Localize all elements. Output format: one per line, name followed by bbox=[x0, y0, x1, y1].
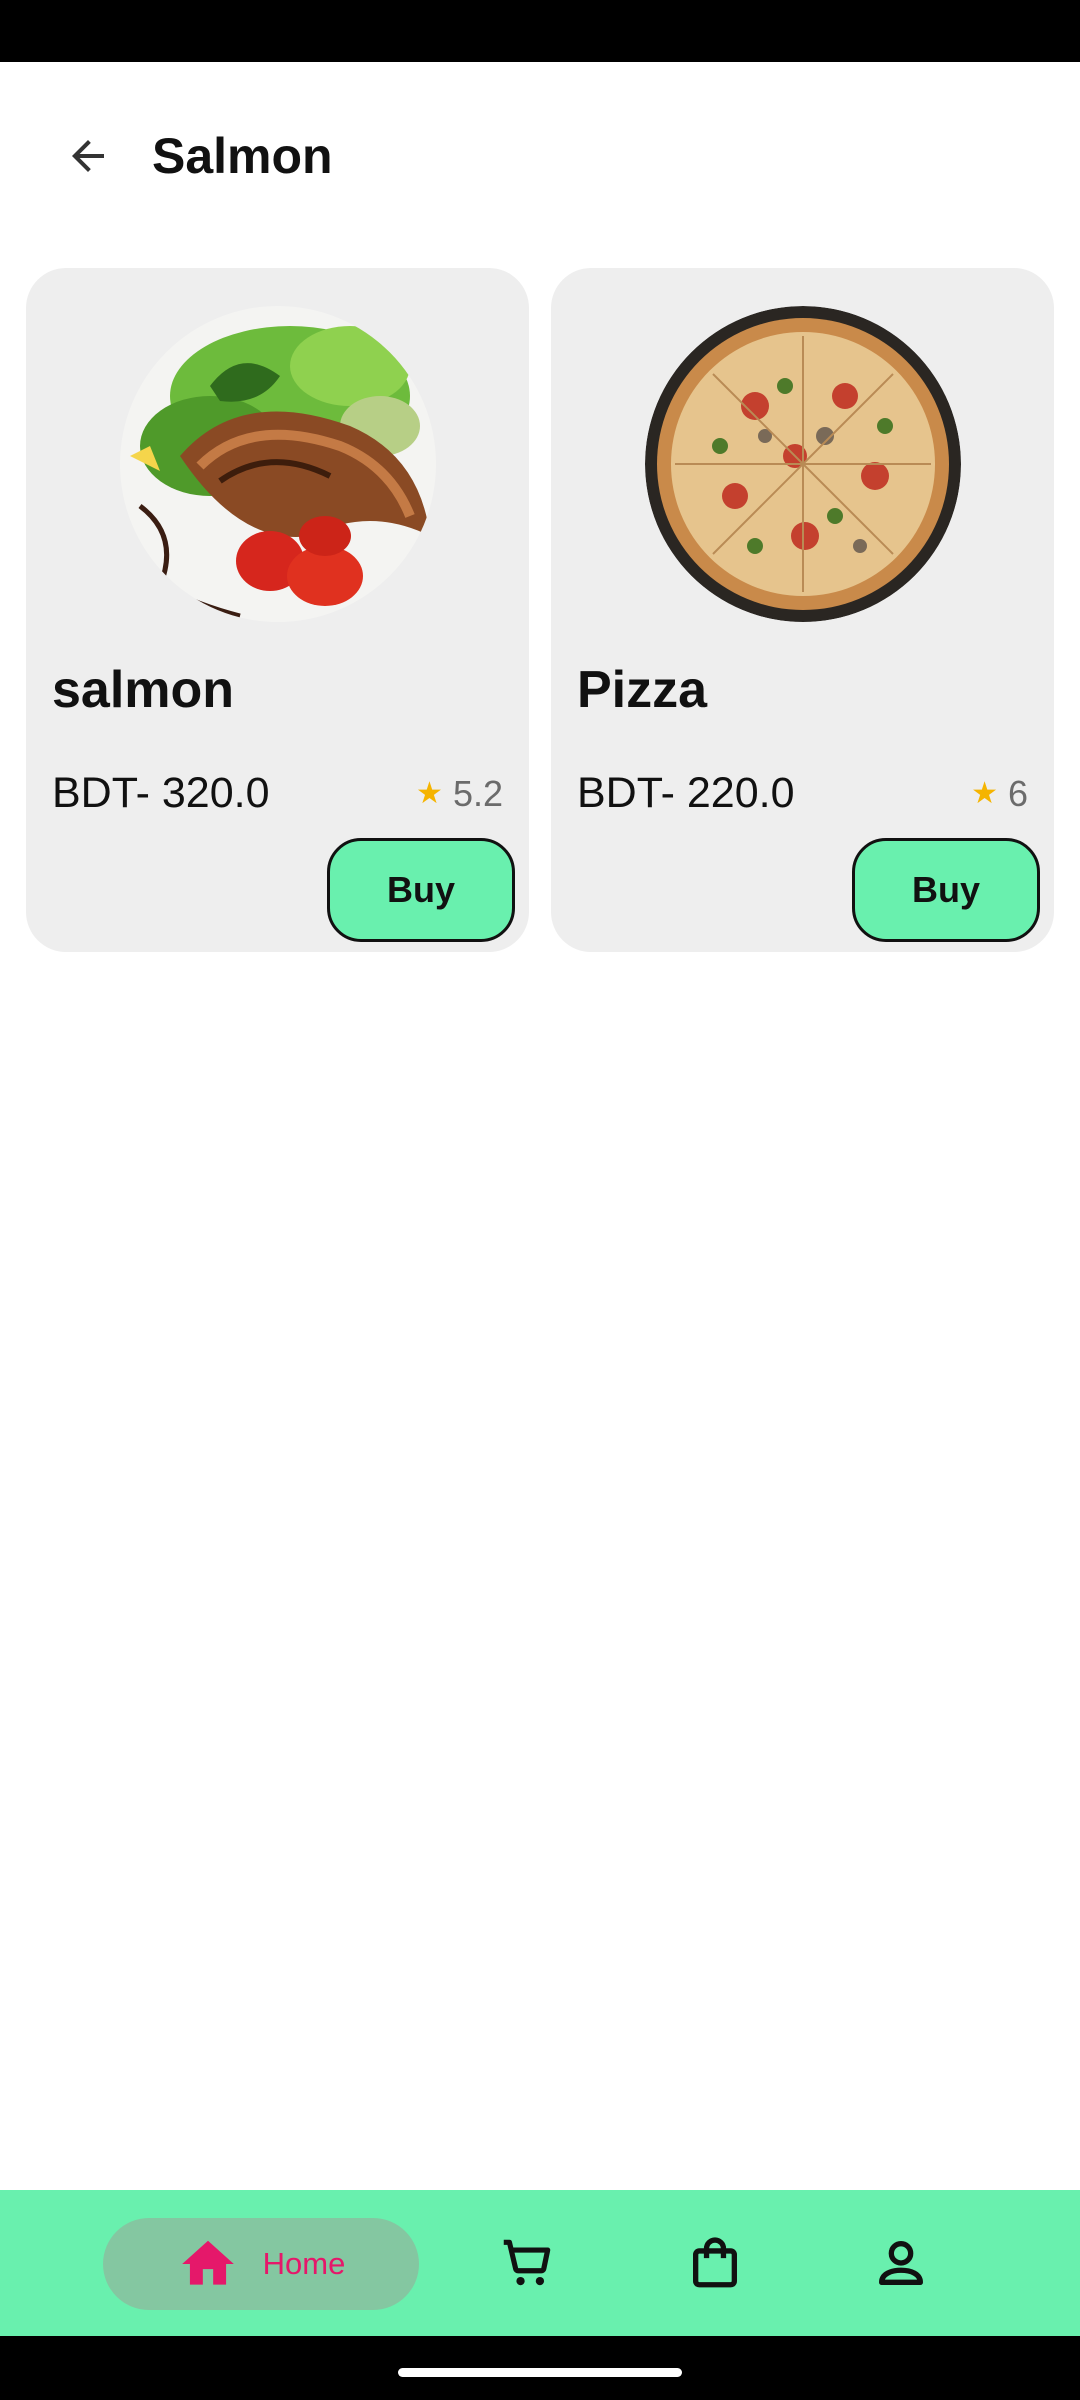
product-price: BDT- 220.0 bbox=[577, 769, 795, 817]
product-card[interactable]: salmon BDT- 320.0 ★ 5.2 Buy bbox=[26, 268, 529, 952]
back-button[interactable] bbox=[56, 124, 120, 188]
star-icon: ★ bbox=[416, 777, 443, 810]
product-rating: ★ 6 bbox=[971, 770, 1028, 818]
back-arrow-icon bbox=[72, 140, 104, 172]
status-bar bbox=[0, 0, 1080, 62]
product-price: BDT- 320.0 bbox=[52, 769, 270, 817]
app-bar: Salmon bbox=[0, 62, 1080, 242]
system-navigation-bar bbox=[0, 2336, 1080, 2400]
nav-cart[interactable] bbox=[492, 2228, 562, 2298]
rating-value: 5.2 bbox=[452, 773, 503, 814]
pizza-image bbox=[645, 306, 961, 622]
nav-home-label: Home bbox=[262, 2246, 346, 2281]
product-rating: ★ 5.2 bbox=[416, 770, 503, 818]
home-icon bbox=[181, 2240, 234, 2285]
buy-button[interactable]: Buy bbox=[327, 838, 515, 942]
product-name: Pizza bbox=[577, 661, 708, 719]
nav-profile[interactable] bbox=[866, 2228, 936, 2298]
person-icon bbox=[879, 2241, 923, 2285]
shopping-bag-icon bbox=[693, 2237, 737, 2288]
gesture-handle[interactable] bbox=[398, 2368, 682, 2377]
buy-button[interactable]: Buy bbox=[852, 838, 1040, 942]
star-icon: ★ bbox=[971, 777, 998, 810]
salmon-image bbox=[120, 306, 436, 622]
cart-icon bbox=[503, 2239, 551, 2286]
nav-orders[interactable] bbox=[680, 2228, 750, 2298]
bottom-navigation: Home bbox=[0, 2190, 1080, 2336]
nav-home[interactable]: Home bbox=[103, 2218, 419, 2310]
page-title: Salmon bbox=[152, 128, 333, 184]
product-name: salmon bbox=[52, 661, 235, 719]
product-card[interactable]: Pizza BDT- 220.0 ★ 6 Buy bbox=[551, 268, 1054, 952]
rating-value: 6 bbox=[1007, 773, 1028, 814]
